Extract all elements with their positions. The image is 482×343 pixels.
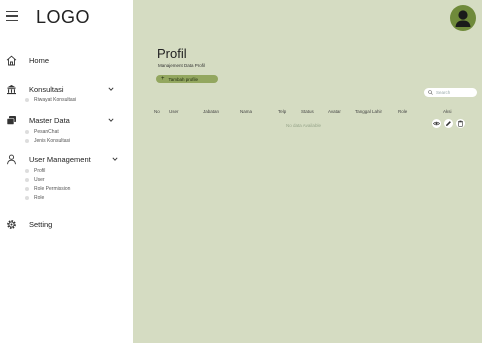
sidebar-item-master-data[interactable]: Master Data xyxy=(6,115,126,126)
sidebar-item-label: Konsultasi xyxy=(29,85,64,94)
chevron-down-icon[interactable] xyxy=(108,86,114,92)
sidebar-item-home[interactable]: Home xyxy=(6,55,126,66)
column-header-aksi: Aksi xyxy=(443,109,452,114)
add-profile-button[interactable]: + Tambah profile xyxy=(156,75,218,83)
chevron-down-icon[interactable] xyxy=(108,117,114,123)
column-header-status: Status xyxy=(301,109,314,114)
plus-icon: + xyxy=(161,76,165,82)
sidebar-item-label: Master Data xyxy=(29,116,70,125)
sidebar-subitem-role-permission[interactable]: Role Permission xyxy=(25,186,70,192)
search-input[interactable]: Search xyxy=(424,88,477,97)
column-header-user: User xyxy=(169,109,179,114)
sidebar-subitem-role[interactable]: Role xyxy=(25,195,44,201)
user-avatar-icon xyxy=(455,10,471,27)
bullet-icon xyxy=(25,187,29,191)
sidebar-item-konsultasi[interactable]: Konsultasi xyxy=(6,84,126,95)
column-header-jabatan: Jabatan xyxy=(203,109,220,114)
bank-icon xyxy=(6,84,17,95)
bullet-icon xyxy=(25,139,29,143)
column-header-tanggal-lahir: Tanggal Lahir xyxy=(355,109,383,114)
database-icon xyxy=(6,115,17,126)
page-subtitle: Manajement Data Profil xyxy=(158,63,206,68)
column-header-telp: Telp xyxy=(278,109,287,114)
column-header-avatar: Avatar xyxy=(328,109,341,114)
column-header-role: Role xyxy=(398,109,408,114)
hamburger-menu-icon[interactable] xyxy=(6,11,18,21)
sidebar-subitem-pesanchat[interactable]: PesanChat xyxy=(25,129,59,135)
sidebar: LOGO Home Konsultasi Riwayat Konsultasi … xyxy=(0,0,133,343)
view-button[interactable] xyxy=(432,119,441,128)
row-actions xyxy=(432,119,465,128)
sidebar-subitem-riwayat-konsultasi[interactable]: Riwayat Konsultasi xyxy=(25,97,76,103)
avatar[interactable] xyxy=(450,5,476,31)
trash-icon xyxy=(458,120,463,127)
sidebar-item-setting[interactable]: Setting xyxy=(6,219,126,230)
chevron-down-icon[interactable] xyxy=(112,156,118,162)
pencil-icon xyxy=(446,121,451,126)
empty-table-message: No data Available xyxy=(286,123,321,128)
user-icon xyxy=(6,154,17,165)
sidebar-item-user-management[interactable]: User Management xyxy=(6,154,126,165)
delete-button[interactable] xyxy=(456,119,465,128)
bullet-icon xyxy=(25,130,29,134)
sidebar-item-label: Setting xyxy=(29,220,53,229)
logo: LOGO xyxy=(36,7,91,27)
sidebar-item-label: Home xyxy=(29,56,50,65)
bullet-icon xyxy=(25,169,29,173)
sidebar-subitem-profil[interactable]: Profil xyxy=(25,168,45,174)
home-icon xyxy=(6,55,17,66)
edit-button[interactable] xyxy=(444,119,453,128)
gear-icon xyxy=(6,219,17,230)
bullet-icon xyxy=(25,178,29,182)
eye-icon xyxy=(433,121,440,126)
sidebar-subitem-jenis-konsultasi[interactable]: Jenis Konsultasi xyxy=(25,138,70,144)
main-content: Profil Manajement Data Profil + Tambah p… xyxy=(133,0,482,343)
bullet-icon xyxy=(25,98,29,102)
sidebar-subitem-user[interactable]: User xyxy=(25,177,45,183)
bullet-icon xyxy=(25,196,29,200)
sidebar-item-label: User Management xyxy=(29,155,91,164)
search-icon xyxy=(428,90,433,95)
column-header-no: No xyxy=(154,109,160,114)
column-header-nama: Nama xyxy=(240,109,253,114)
page-title: Profil xyxy=(157,46,187,61)
